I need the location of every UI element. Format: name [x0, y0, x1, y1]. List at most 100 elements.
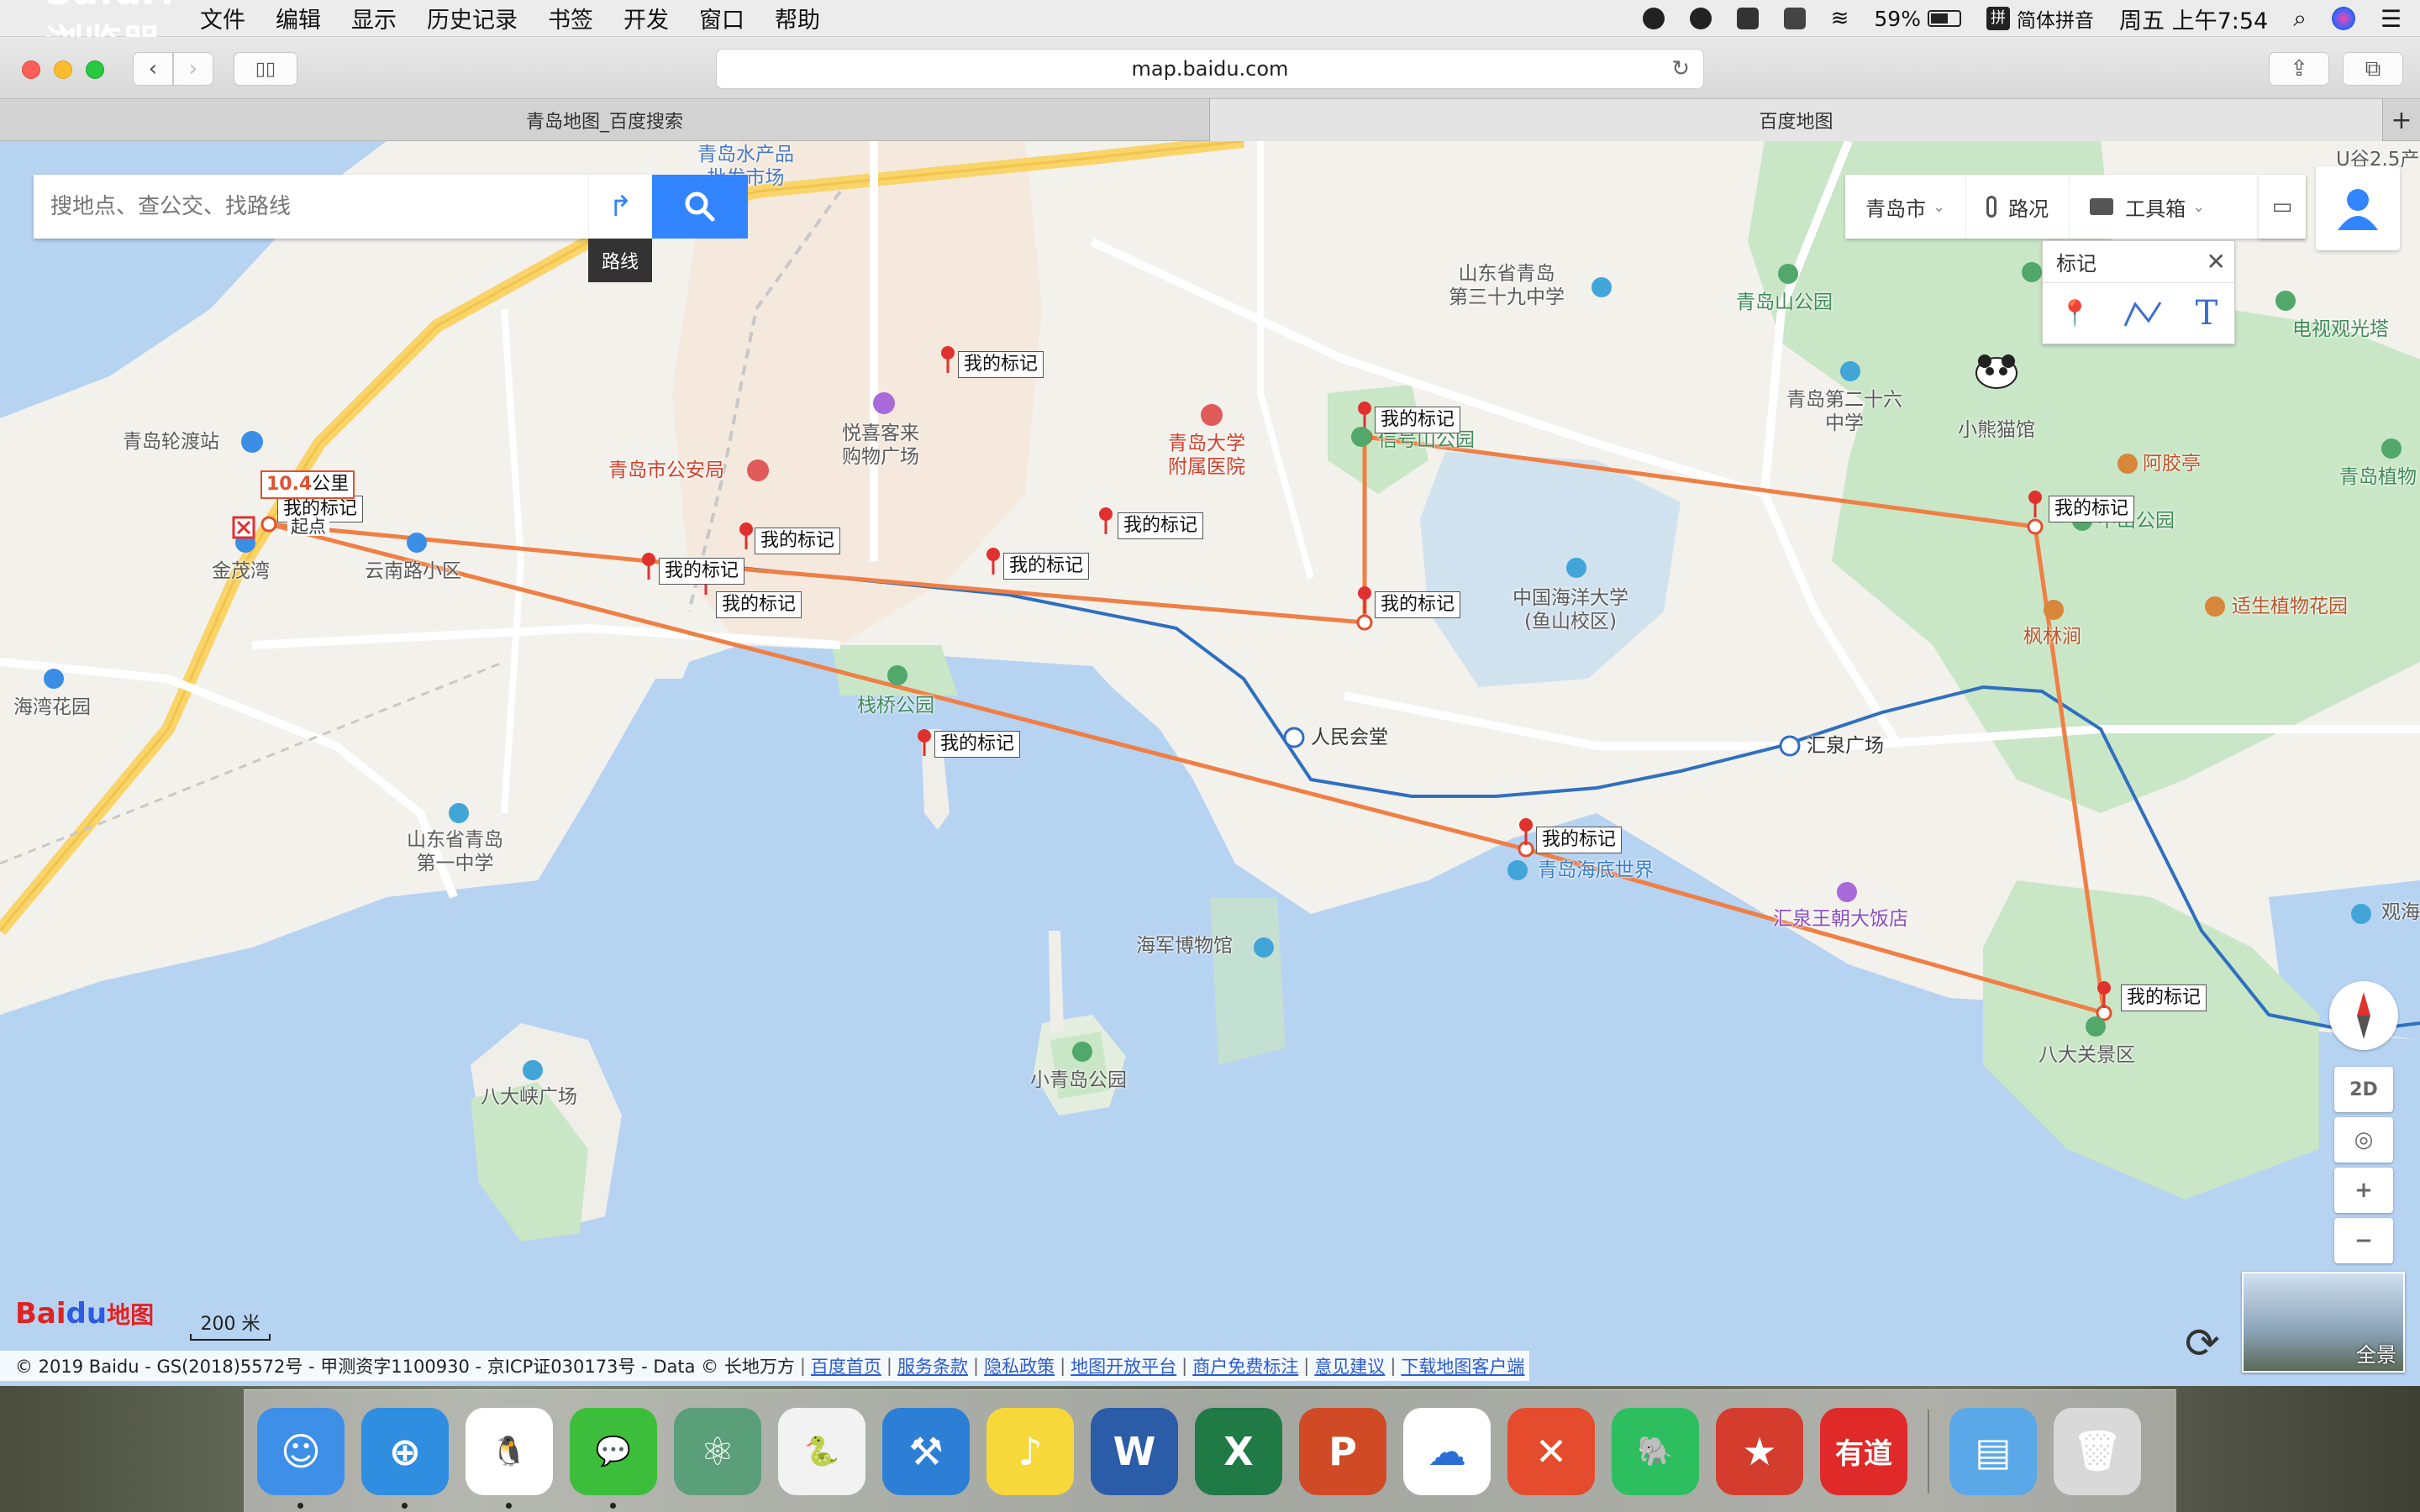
- user-avatar-button[interactable]: [2316, 166, 2400, 250]
- marker-label[interactable]: 我的标记: [958, 351, 1044, 378]
- marker-label[interactable]: 我的标记: [659, 558, 745, 585]
- locate-button[interactable]: ◎: [2334, 1117, 2393, 1163]
- menu-help[interactable]: 帮助: [775, 2, 820, 34]
- youdao-icon: 有道: [1835, 1437, 1892, 1471]
- place-badaguan: 八大关景区: [2039, 1044, 2135, 1066]
- marker-pin: [642, 553, 655, 580]
- link-merchant[interactable]: 商户免费标注: [1192, 1353, 1298, 1378]
- menu-window[interactable]: 窗口: [699, 2, 744, 34]
- bookmark-status-icon[interactable]: [1736, 8, 1759, 29]
- marker-label[interactable]: 我的标记: [716, 591, 802, 618]
- battery-status[interactable]: 59%: [1874, 7, 1961, 31]
- text-tool-icon[interactable]: T: [2196, 294, 2218, 333]
- zoom-window-button[interactable]: [86, 60, 104, 79]
- marker-label[interactable]: 我的标记: [934, 731, 1021, 758]
- xmind-icon: ✕: [1534, 1428, 1568, 1474]
- marker-label[interactable]: 我的标记: [1536, 827, 1623, 853]
- qq-status-icon[interactable]: [1642, 8, 1665, 29]
- address-bar[interactable]: map.baidu.com ↻: [716, 49, 1704, 89]
- dock-app-wechat[interactable]: 💬: [570, 1407, 657, 1509]
- reload-icon[interactable]: ↻: [1671, 56, 1690, 81]
- menu-view[interactable]: 显示: [351, 2, 397, 34]
- compass-icon[interactable]: [2329, 981, 2398, 1050]
- wifi-icon[interactable]: ≋: [1831, 6, 1849, 31]
- polyline-tool-icon[interactable]: [2123, 299, 2162, 328]
- link-download-client[interactable]: 下载地图客户端: [1401, 1353, 1524, 1378]
- screen-status-icon[interactable]: [1783, 8, 1806, 29]
- dock-app-atom[interactable]: ⚛: [674, 1407, 761, 1495]
- traffic-button[interactable]: 路况: [1966, 175, 2070, 239]
- menu-bookmarks[interactable]: 书签: [548, 2, 593, 34]
- dock-app-python[interactable]: 🐍: [778, 1407, 865, 1495]
- menu-develop[interactable]: 开发: [623, 2, 669, 34]
- mark-tools: 📍 T: [2043, 283, 2234, 344]
- panorama-button[interactable]: 全景: [2242, 1272, 2405, 1373]
- notification-center-icon[interactable]: ☰: [2381, 5, 2402, 33]
- refresh-icon[interactable]: ⟳: [2185, 1319, 2220, 1368]
- dock-app-youdao[interactable]: 有道: [1820, 1407, 1907, 1495]
- 2d-toggle-button[interactable]: 2D: [2334, 1067, 2393, 1112]
- input-method[interactable]: 拼 简体拼音: [1986, 4, 2094, 33]
- link-open-platform[interactable]: 地图开放平台: [1071, 1353, 1176, 1378]
- show-tabs-button[interactable]: ⧉: [2343, 52, 2403, 86]
- toolbox-button[interactable]: 工具箱 ⌄: [2070, 175, 2225, 239]
- marker-label[interactable]: 我的标记: [1003, 553, 1090, 580]
- menu-file[interactable]: 文件: [200, 2, 245, 34]
- map-canvas[interactable]: 青岛水产品 批发市场 山东省青岛 第三十九中学 青岛山公园 电视观光塔 U谷2.…: [0, 141, 2420, 1386]
- marker-label[interactable]: 我的标记: [755, 528, 841, 554]
- dock-app-xcode[interactable]: ⚒: [882, 1407, 970, 1495]
- close-icon[interactable]: ✕: [2207, 248, 2226, 276]
- marker-label[interactable]: 我的标记: [2121, 984, 2207, 1011]
- marker-label[interactable]: 我的标记: [2049, 496, 2135, 522]
- square-poi-icon: [523, 1060, 543, 1080]
- back-button[interactable]: ‹: [133, 52, 173, 86]
- link-privacy[interactable]: 隐私政策: [984, 1353, 1055, 1378]
- minimize-window-button[interactable]: [54, 60, 72, 79]
- new-tab-button[interactable]: +: [2383, 99, 2420, 141]
- clock[interactable]: 周五 上午7:54: [2119, 3, 2268, 35]
- spotlight-icon[interactable]: ⌕: [2293, 4, 2307, 33]
- distance-value: 10.4: [266, 474, 313, 495]
- siri-icon[interactable]: [2331, 7, 2355, 30]
- zoom-out-button[interactable]: −: [2334, 1218, 2393, 1263]
- separator: |: [1303, 1356, 1310, 1376]
- separator: |: [886, 1356, 892, 1376]
- dock-app-word[interactable]: W: [1091, 1407, 1178, 1495]
- marker-label[interactable]: 我的标记: [1118, 512, 1204, 539]
- link-terms[interactable]: 服务条款: [897, 1353, 968, 1378]
- dock-app-evernote[interactable]: 🐘: [1612, 1407, 1699, 1495]
- link-baidu-home[interactable]: 百度首页: [811, 1353, 881, 1378]
- tab-baidu-map[interactable]: 百度地图: [1210, 99, 2383, 141]
- menu-history[interactable]: 历史记录: [427, 2, 518, 34]
- tab-baidu-search[interactable]: 青岛地图_百度搜索: [0, 99, 1210, 141]
- menu-edit[interactable]: 编辑: [276, 2, 321, 34]
- marker-label[interactable]: 我的标记: [1375, 591, 1461, 618]
- dock-app-safari[interactable]: ⊕: [361, 1407, 449, 1509]
- dock-app-qq[interactable]: 🐧: [466, 1407, 553, 1509]
- dock-trash[interactable]: 🗑: [2054, 1407, 2141, 1495]
- search-button[interactable]: [652, 175, 748, 239]
- dock-app-finder[interactable]: ☺: [257, 1407, 345, 1509]
- copyright-bar: © 2019 Baidu - GS(2018)5572号 - 甲测资字11009…: [0, 1351, 1529, 1381]
- link-feedback[interactable]: 意见建议: [1314, 1353, 1385, 1378]
- dock-app-wunderlist[interactable]: ★: [1716, 1407, 1803, 1495]
- pin-tool-icon[interactable]: 📍: [2060, 299, 2091, 328]
- search-input[interactable]: [50, 194, 588, 219]
- close-window-button[interactable]: [22, 60, 40, 79]
- dock-app-xmind[interactable]: ✕: [1507, 1407, 1595, 1495]
- marker-label[interactable]: 我的标记: [1375, 407, 1461, 433]
- dock-app-baidu-netdisk[interactable]: ☁: [1403, 1407, 1491, 1495]
- zoom-in-button[interactable]: +: [2334, 1168, 2393, 1213]
- dock-app-qq-music[interactable]: ♪: [986, 1407, 1074, 1495]
- share-button[interactable]: ⇪: [2269, 52, 2329, 86]
- message-button[interactable]: ▭: [2259, 175, 2306, 239]
- dock-app-excel[interactable]: X: [1195, 1407, 1282, 1495]
- city-selector[interactable]: 青岛市 ⌄: [1845, 175, 1967, 239]
- dock-app-powerpoint[interactable]: P: [1299, 1407, 1386, 1495]
- forward-button[interactable]: ›: [173, 52, 213, 86]
- dock-downloads[interactable]: ▤: [1949, 1407, 2037, 1495]
- sidebar-toggle-button[interactable]: ▯▯: [234, 52, 297, 86]
- wechat-status-icon[interactable]: [1689, 8, 1712, 29]
- route-button[interactable]: ↱: [588, 175, 652, 239]
- park-navy: [1210, 897, 1286, 1065]
